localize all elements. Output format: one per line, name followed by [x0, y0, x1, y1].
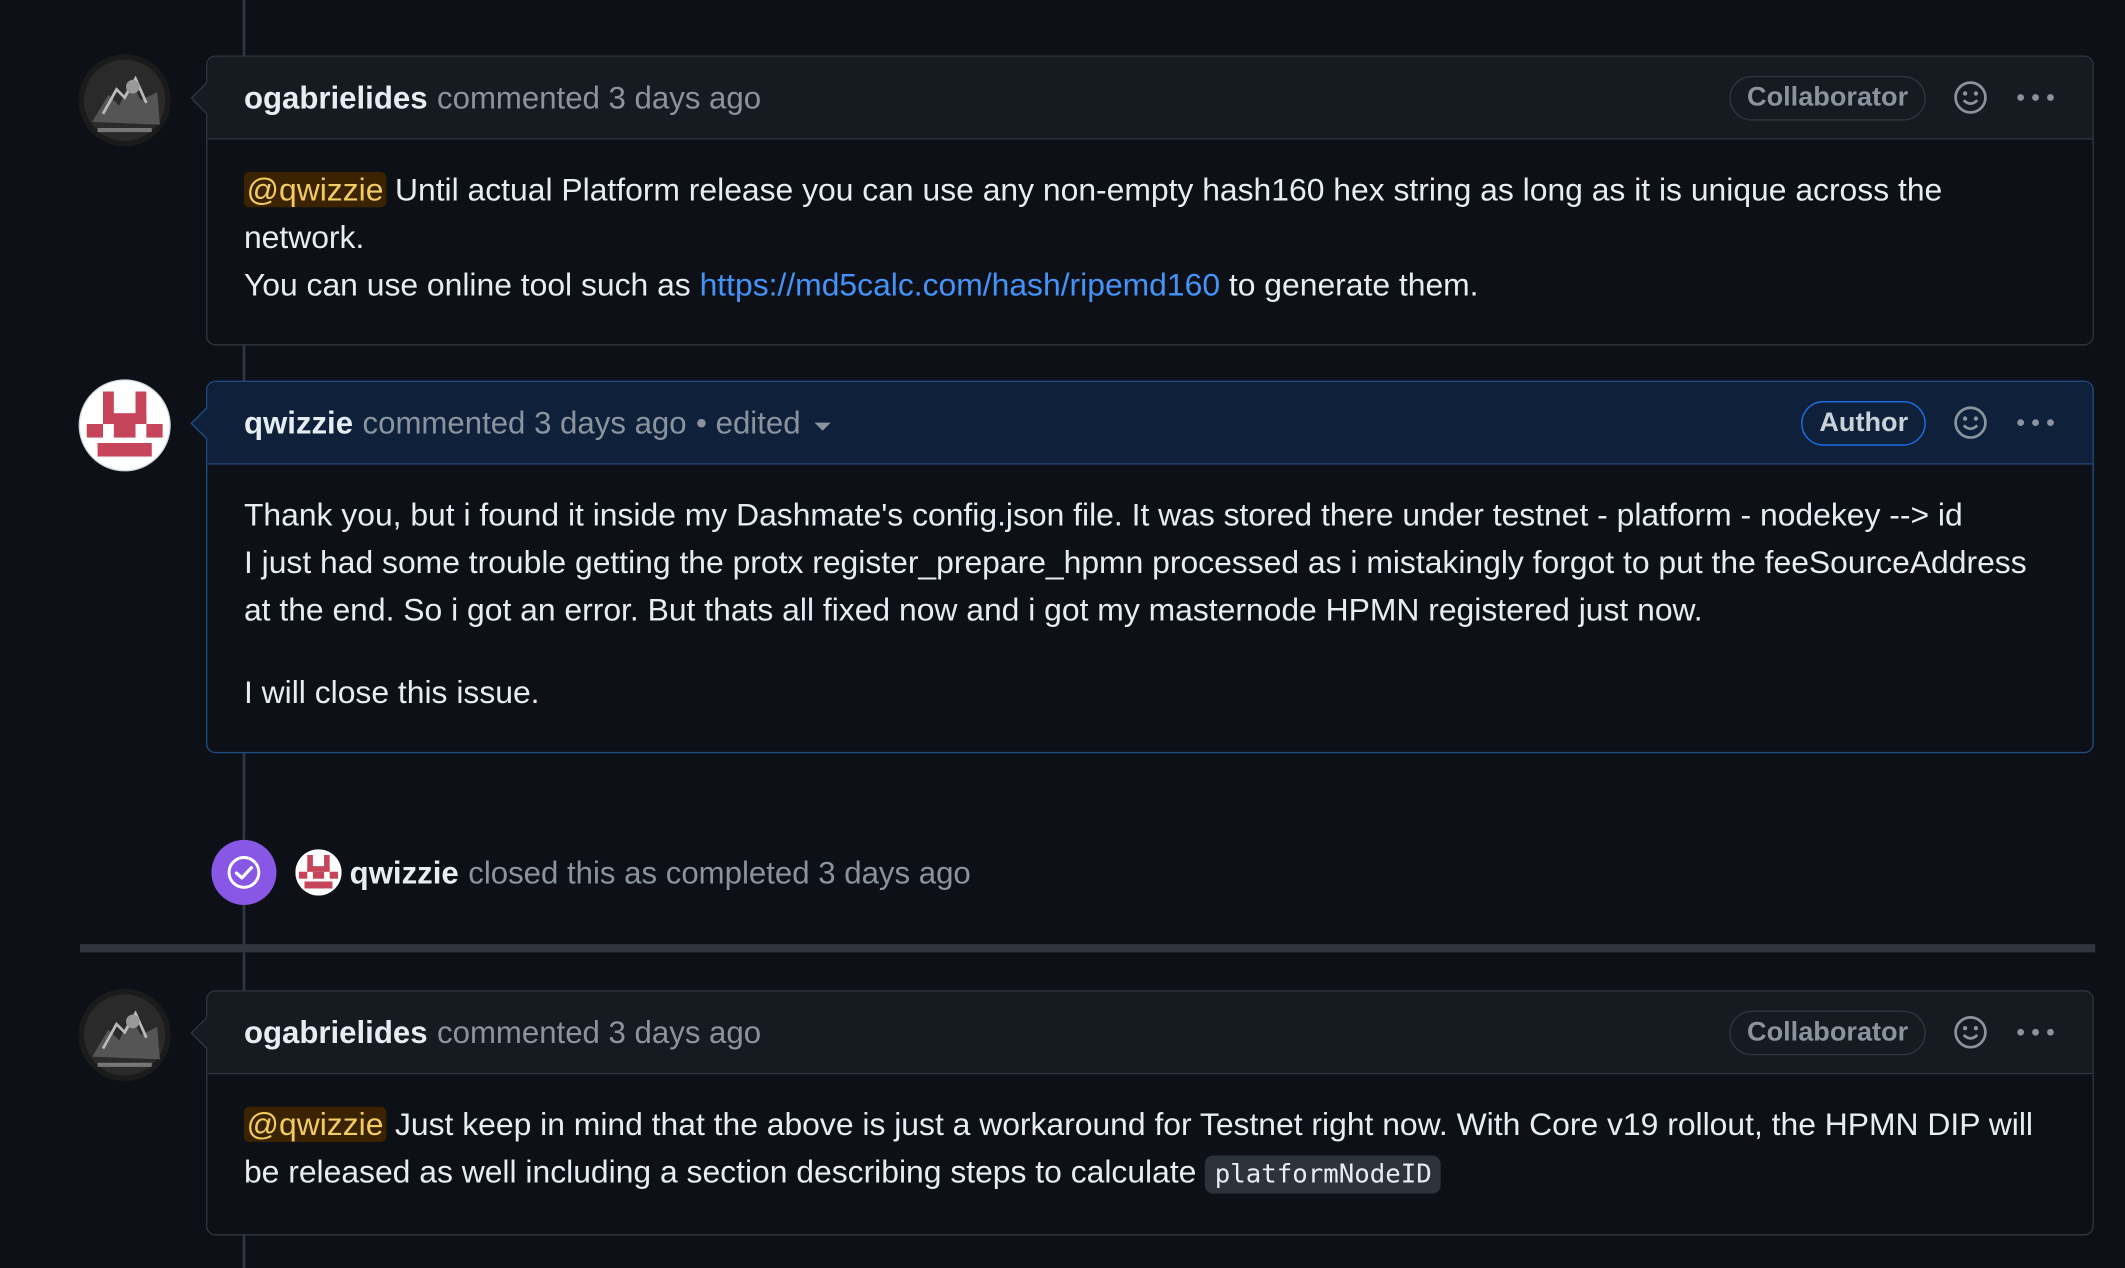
avatar-qwizzie[interactable]: [78, 379, 171, 472]
smiley-icon[interactable]: [1950, 402, 1991, 443]
comment-action: commented: [437, 1013, 600, 1050]
timeline-divider: [79, 944, 2096, 953]
event-text: closed this as completed 3 days ago: [468, 854, 971, 890]
avatar-ogabrielides[interactable]: [78, 988, 171, 1082]
edited-dropdown[interactable]: • edited: [696, 404, 801, 441]
comment-card: ogabrielides commented 3 days ago Collab…: [205, 990, 2094, 1236]
user-mention[interactable]: @qwizzie: [243, 172, 387, 208]
comment-action: commented: [437, 79, 600, 115]
comment-text: Just keep in mind that the above is just…: [243, 1106, 2033, 1190]
issue-timeline: ogabrielides commented 3 days ago Collab…: [0, 0, 2125, 1268]
comment-time[interactable]: 3 days ago: [609, 1014, 762, 1051]
comment-body: Thank you, but i found it inside my Dash…: [207, 465, 2092, 752]
comment-text: I will close this issue.: [243, 674, 540, 710]
comment-text: to generate them.: [1228, 266, 1479, 303]
avatar-ogabrielides[interactable]: [78, 54, 171, 147]
comment-author[interactable]: ogabrielides: [244, 79, 428, 116]
smiley-icon[interactable]: [1950, 1012, 1991, 1053]
comment-author[interactable]: qwizzie: [244, 404, 353, 441]
kebab-menu-icon[interactable]: [2015, 1012, 2056, 1053]
user-mention[interactable]: @qwizzie: [243, 1106, 387, 1143]
caret-down-icon[interactable]: [814, 422, 831, 431]
comment-time[interactable]: 3 days ago: [609, 79, 762, 116]
smiley-icon[interactable]: [1950, 77, 1991, 118]
kebab-menu-icon[interactable]: [2015, 77, 2056, 118]
comment-text: Thank you, but i found it inside my Dash…: [243, 497, 1963, 533]
inline-code: platformNodeID: [1205, 1155, 1442, 1194]
closed-check-icon: [211, 839, 277, 905]
comment-card: ogabrielides commented 3 days ago Collab…: [205, 55, 2094, 346]
comment-text: Until actual Platform release you can us…: [243, 172, 1943, 255]
comment-header: ogabrielides commented 3 days ago Collab…: [207, 991, 2093, 1075]
comment-time[interactable]: 3 days ago: [534, 404, 687, 441]
closed-event: qwizzie closed this as completed 3 days …: [211, 839, 971, 905]
comment-header: ogabrielides commented 3 days ago Collab…: [207, 56, 2093, 140]
role-badge: Author: [1801, 400, 1926, 446]
comment-body: @qwizzie Just keep in mind that the abov…: [207, 1074, 2092, 1234]
comment-action: commented: [362, 404, 526, 440]
comment-text: I just had some trouble getting the prot…: [243, 544, 2027, 628]
comment-header: qwizzie commented 3 days ago • edited Au…: [207, 382, 2093, 465]
comment-card: qwizzie commented 3 days ago • edited Au…: [205, 380, 2094, 754]
comment-text: You can use online tool such as: [243, 266, 691, 303]
comment-author[interactable]: ogabrielides: [244, 1014, 428, 1051]
role-badge: Collaborator: [1729, 75, 1926, 120]
external-link[interactable]: https://md5calc.com/hash/ripemd160: [700, 267, 1220, 302]
role-badge: Collaborator: [1729, 1009, 1926, 1055]
kebab-menu-icon[interactable]: [2015, 402, 2056, 443]
avatar-qwizzie-small[interactable]: [295, 849, 342, 896]
event-actor[interactable]: qwizzie: [350, 854, 459, 891]
comment-body: @qwizzie Until actual Platform release y…: [207, 140, 2092, 345]
